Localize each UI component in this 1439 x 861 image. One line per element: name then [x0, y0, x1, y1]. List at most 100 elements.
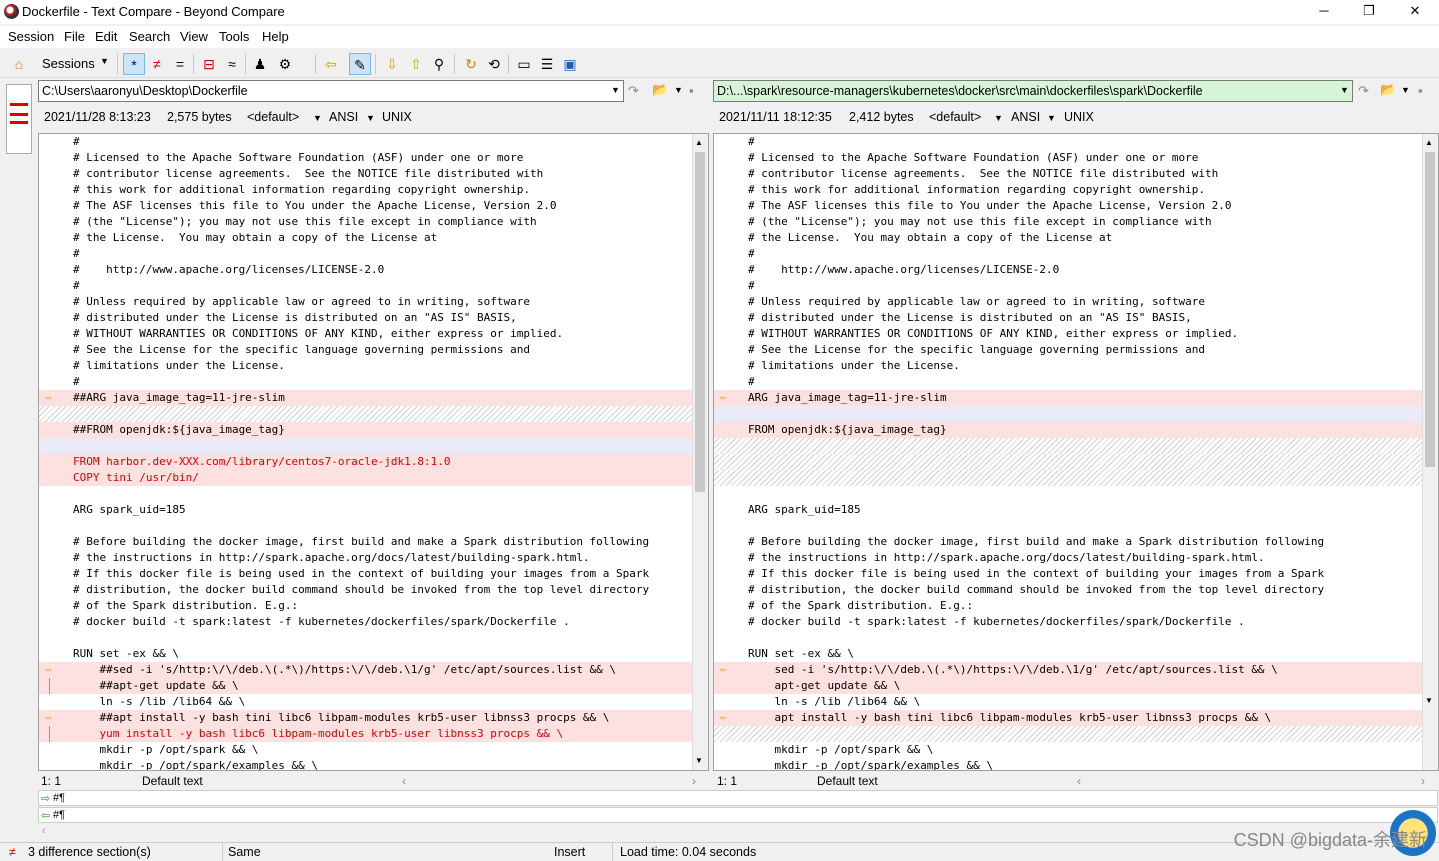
next-diff-icon[interactable]: ⇩ [381, 53, 403, 75]
left-path-input[interactable]: C:\Users\aaronyu\Desktop\Dockerfile [38, 80, 624, 102]
scroll-right-icon[interactable]: › [692, 773, 696, 789]
left-line[interactable]: # (the "License"); you may not use this … [39, 214, 708, 230]
right-line[interactable]: # [714, 134, 1438, 150]
left-line[interactable]: ln -s /lib /lib64 && \ [39, 694, 708, 710]
diff-arrow-icon[interactable]: ⇦ [720, 664, 734, 675]
right-line[interactable]: # See the License for the specific langu… [714, 342, 1438, 358]
maximize-button[interactable]: ❐ [1346, 0, 1392, 24]
right-scroll-thumb[interactable] [1425, 152, 1435, 467]
left-line[interactable]: ⇨ ##ARG java_image_tag=11-jre-slim [39, 390, 708, 406]
left-line[interactable]: # of the Spark distribution. E.g.: [39, 598, 708, 614]
right-line[interactable]: # The ASF licenses this file to You unde… [714, 198, 1438, 214]
right-line[interactable] [714, 726, 1438, 742]
sessions-dropdown-icon[interactable]: ▼ [100, 56, 109, 66]
right-line[interactable]: ⇦ apt install -y bash tini libc6 libpam-… [714, 710, 1438, 726]
right-line[interactable] [714, 486, 1438, 502]
show-same-icon[interactable]: = [169, 53, 191, 75]
expand-icon[interactable]: ▭ [513, 53, 535, 75]
right-vertical-scrollbar[interactable]: ▲ ▼ [1422, 134, 1438, 770]
right-line[interactable]: # docker build -t spark:latest -f kubern… [714, 614, 1438, 630]
right-line[interactable]: # [714, 374, 1438, 390]
scroll-left-icon[interactable]: ‹ [1077, 773, 1081, 789]
left-line[interactable]: # Before building the docker image, firs… [39, 534, 708, 550]
diff-arrow-icon[interactable]: ⇨ [45, 664, 59, 675]
prev-diff-icon[interactable]: ⇧ [405, 53, 427, 75]
left-line[interactable]: # Unless required by applicable law or a… [39, 294, 708, 310]
left-history-icon[interactable]: ↷ [628, 83, 639, 99]
menu-view[interactable]: View [180, 29, 208, 44]
left-line[interactable]: # If this docker file is being used in t… [39, 566, 708, 582]
right-encoding-dropdown-icon[interactable]: ▼ [1047, 113, 1056, 123]
right-line[interactable]: # the instructions in http://spark.apach… [714, 550, 1438, 566]
left-eol-select[interactable]: UNIX [382, 110, 412, 124]
left-text-pane[interactable]: mkdir -p /opt/spark/examples && \ mkdir … [38, 133, 709, 771]
left-format-dropdown-icon[interactable]: ▼ [313, 113, 322, 123]
save-icon[interactable]: ▣ [559, 53, 581, 75]
left-line[interactable]: # Licensed to the Apache Software Founda… [39, 150, 708, 166]
show-diffs-icon[interactable]: ≠ [146, 53, 168, 75]
left-line[interactable]: ARG spark_uid=185 [39, 502, 708, 518]
right-line[interactable]: FROM openjdk:${java_image_tag} [714, 422, 1438, 438]
left-line[interactable]: COPY tini /usr/bin/ [39, 470, 708, 486]
left-line[interactable]: # [39, 134, 708, 150]
format-icon[interactable]: ⚙ [274, 53, 296, 75]
right-line[interactable]: # Before building the docker image, firs… [714, 534, 1438, 550]
left-vertical-scrollbar[interactable]: ▲ ▼ [692, 134, 708, 770]
left-encoding-select[interactable]: ANSI [329, 110, 358, 124]
right-line[interactable]: # limitations under the License. [714, 358, 1438, 374]
close-button[interactable]: ✕ [1392, 0, 1438, 24]
right-line[interactable] [714, 406, 1438, 422]
overview-thumbnail[interactable] [6, 84, 32, 154]
right-line[interactable]: ARG spark_uid=185 [714, 502, 1438, 518]
right-format-dropdown-icon[interactable]: ▼ [994, 113, 1003, 123]
right-folder-dropdown-icon[interactable]: ▼ [1401, 85, 1410, 95]
left-scroll-thumb[interactable] [695, 152, 705, 492]
right-line[interactable]: # of the Spark distribution. E.g.: [714, 598, 1438, 614]
right-text-pane[interactable]: mkdir -p /opt/spark/examples && \ mkdir … [713, 133, 1439, 771]
sessions-button[interactable]: Sessions [42, 56, 95, 71]
right-line[interactable]: # If this docker file is being used in t… [714, 566, 1438, 582]
swap-icon[interactable]: ↻ [460, 53, 482, 75]
left-line[interactable]: # [39, 374, 708, 390]
rules-icon[interactable]: ♟ [249, 53, 271, 75]
left-line[interactable]: # limitations under the License. [39, 358, 708, 374]
menu-search[interactable]: Search [129, 29, 170, 44]
right-line[interactable]: RUN set -ex && \ [714, 646, 1438, 662]
right-open-folder-icon[interactable]: 📂 [1380, 82, 1396, 98]
minimize-button[interactable]: ─ [1301, 0, 1347, 24]
left-line[interactable]: # WITHOUT WARRANTIES OR CONDITIONS OF AN… [39, 326, 708, 342]
left-line[interactable]: # contributor license agreements. See th… [39, 166, 708, 182]
left-path-dropdown-icon[interactable]: ▼ [611, 85, 620, 95]
left-line[interactable] [39, 630, 708, 646]
diff-context-icon[interactable]: ⊟ [198, 53, 220, 75]
right-line[interactable]: # WITHOUT WARRANTIES OR CONDITIONS OF AN… [714, 326, 1438, 342]
left-line[interactable] [39, 406, 708, 422]
left-line[interactable]: yum install -y bash libc6 libpam-modules… [39, 726, 708, 742]
right-line[interactable]: ln -s /lib /lib64 && \ [714, 694, 1438, 710]
left-line[interactable]: # distribution, the docker build command… [39, 582, 708, 598]
left-save-icon[interactable]: ▪ [689, 83, 694, 98]
right-history-icon[interactable]: ↷ [1358, 83, 1369, 99]
left-line[interactable]: RUN set -ex && \ [39, 646, 708, 662]
reload-icon[interactable]: ⟲ [483, 53, 505, 75]
left-open-folder-icon[interactable]: 📂 [652, 82, 668, 98]
right-line[interactable]: # [714, 278, 1438, 294]
right-line[interactable]: # the License. You may obtain a copy of … [714, 230, 1438, 246]
diff-arrow-icon[interactable]: ⇦ [720, 712, 734, 723]
menu-file[interactable]: File [64, 29, 85, 44]
left-folder-dropdown-icon[interactable]: ▼ [674, 85, 683, 95]
left-line[interactable]: mkdir -p /opt/spark && \ [39, 742, 708, 758]
left-line[interactable]: # The ASF licenses this file to You unde… [39, 198, 708, 214]
left-line[interactable]: # docker build -t spark:latest -f kubern… [39, 614, 708, 630]
left-line[interactable]: FROM harbor.dev-XXX.com/library/centos7-… [39, 454, 708, 470]
right-line[interactable] [714, 438, 1438, 454]
left-line[interactable]: # http://www.apache.org/licenses/LICENSE… [39, 262, 708, 278]
right-line[interactable] [714, 630, 1438, 646]
right-line[interactable]: # contributor license agreements. See th… [714, 166, 1438, 182]
left-line[interactable]: ##apt-get update && \ [39, 678, 708, 694]
right-format-select[interactable]: <default> [929, 110, 981, 124]
right-line[interactable]: # http://www.apache.org/licenses/LICENSE… [714, 262, 1438, 278]
right-line[interactable]: ⇦ sed -i 's/http:\/\/deb.\(.*\)/https:\/… [714, 662, 1438, 678]
left-line[interactable]: # [39, 246, 708, 262]
outline-icon[interactable]: ☰ [536, 53, 558, 75]
